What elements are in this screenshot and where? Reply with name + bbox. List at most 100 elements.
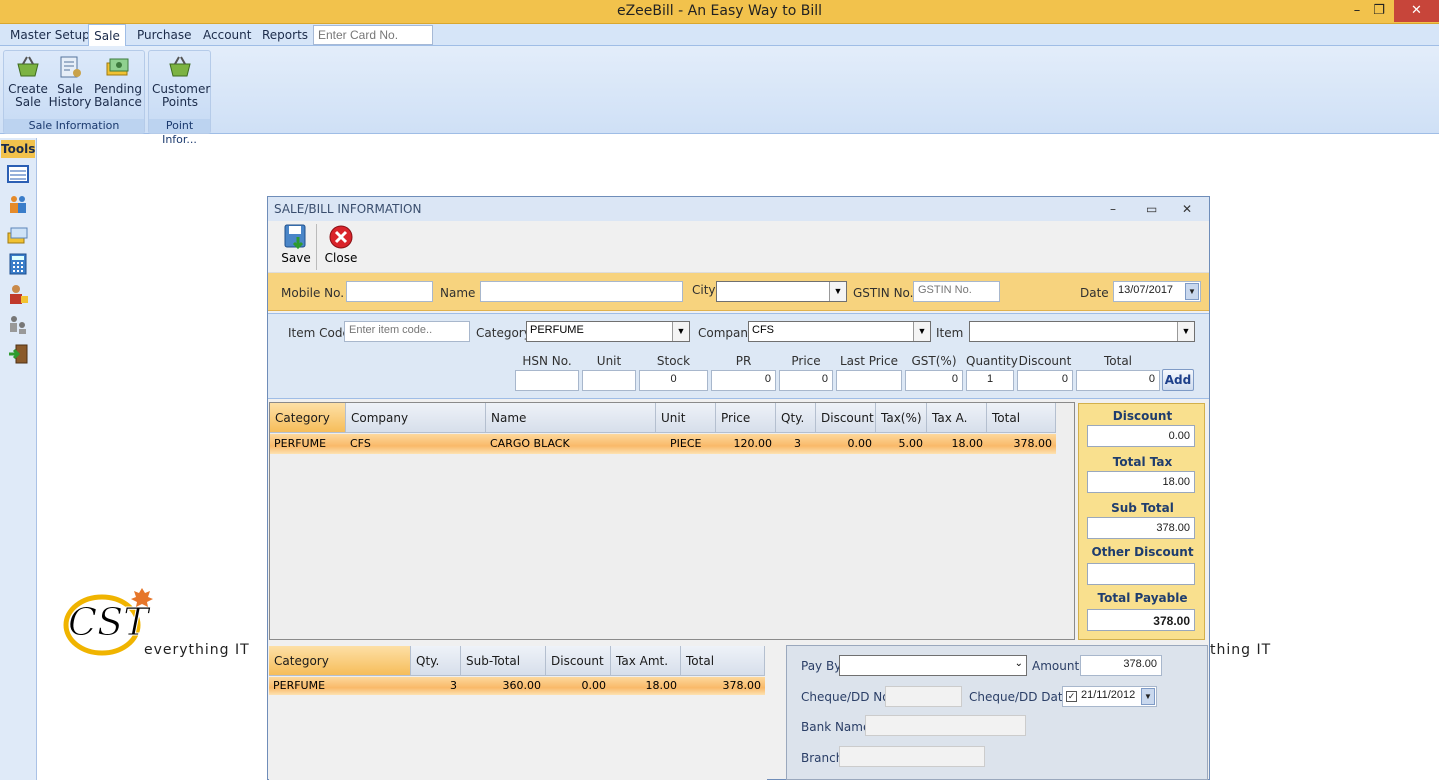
company-select[interactable]: CFS ▼: [748, 321, 931, 342]
table-row[interactable]: PERFUME 3 360.00 0.00 18.00 378.00: [269, 677, 765, 695]
customer-points-label-2: Points: [161, 95, 199, 109]
menu-purchase[interactable]: Purchase: [133, 24, 196, 46]
grid-header-discount[interactable]: Discount: [816, 403, 876, 433]
summary-cell-total: 378.00: [722, 679, 762, 692]
discount-total-label: Discount: [1112, 409, 1173, 423]
dialog-minimize-button[interactable]: –: [1110, 197, 1116, 221]
cell-discount: 0.00: [847, 437, 873, 450]
chevron-down-icon: ⌄: [1014, 658, 1023, 669]
last-price-header: Last Price: [839, 354, 899, 368]
restore-button[interactable]: ❐: [1364, 0, 1394, 22]
stock-input[interactable]: 0: [639, 370, 708, 391]
dialog-close-button[interactable]: ✕: [1182, 197, 1192, 221]
pending-balance-label-1: Pending: [94, 82, 142, 96]
grid-header-tax-amount[interactable]: Tax A.: [927, 403, 987, 433]
cheque-date-checkbox[interactable]: ✓: [1066, 691, 1077, 702]
grid-header-unit[interactable]: Unit: [656, 403, 716, 433]
company-label: Company: [698, 326, 756, 340]
grid-header-total[interactable]: Total: [987, 403, 1056, 433]
summary-header-tax-amount[interactable]: Tax Amt.: [611, 646, 681, 676]
close-button[interactable]: Close: [320, 223, 362, 265]
card-number-input[interactable]: Enter Card No.: [313, 25, 433, 45]
cheque-no-input[interactable]: [885, 686, 962, 707]
city-select[interactable]: ▼: [716, 281, 847, 302]
summary-header-total[interactable]: Total: [681, 646, 765, 676]
bank-name-input[interactable]: [865, 715, 1026, 736]
item-entry-section: Item Code Enter item code.. Category PER…: [268, 313, 1209, 399]
company-value: CFS: [752, 324, 774, 336]
discount-input[interactable]: 0: [1017, 370, 1073, 391]
menu-account[interactable]: Account: [199, 24, 255, 46]
other-discount-label: Other Discount: [1091, 545, 1194, 559]
summary-header-qty[interactable]: Qty.: [411, 646, 461, 676]
money-icon[interactable]: [7, 224, 29, 246]
user-switch-icon[interactable]: [7, 313, 29, 335]
category-select[interactable]: PERFUME ▼: [526, 321, 690, 342]
items-grid: Category Company Name Unit Price Qty. Di…: [269, 402, 1075, 640]
chevron-down-icon: ▼: [829, 282, 846, 301]
summary-header-discount[interactable]: Discount: [546, 646, 611, 676]
mobile-input[interactable]: [346, 281, 433, 302]
summary-cell-discount: 0.00: [581, 679, 607, 692]
create-sale-label-1: Create: [8, 82, 48, 96]
item-code-input[interactable]: Enter item code..: [344, 321, 470, 342]
item-select[interactable]: ▼: [969, 321, 1195, 342]
summary-header-subtotal[interactable]: Sub-Total: [461, 646, 546, 676]
calculator-icon[interactable]: [7, 253, 29, 275]
date-picker[interactable]: 13/07/2017 ▼: [1113, 281, 1201, 302]
discount-total-field: 0.00: [1087, 425, 1195, 447]
chevron-down-icon[interactable]: ▼: [1141, 688, 1155, 705]
users-icon[interactable]: [7, 193, 29, 215]
last-price-input[interactable]: [836, 370, 902, 391]
quantity-input[interactable]: 1: [966, 370, 1014, 391]
discount-header: Discount: [1018, 354, 1072, 368]
grid-header-price[interactable]: Price: [716, 403, 776, 433]
dialog-maximize-button[interactable]: ▭: [1146, 197, 1157, 221]
summary-header-category[interactable]: Category: [269, 646, 411, 676]
unit-input[interactable]: [582, 370, 636, 391]
close-window-button[interactable]: ✕: [1394, 0, 1439, 22]
grid-header-company[interactable]: Company: [346, 403, 486, 433]
exit-icon[interactable]: [7, 343, 29, 365]
grid-header-category[interactable]: Category: [270, 403, 346, 433]
tools-label: Tools: [1, 140, 36, 158]
menu-sale[interactable]: Sale: [88, 24, 126, 47]
sale-history-button[interactable]: Sale History: [48, 55, 92, 109]
payby-select[interactable]: ⌄: [839, 655, 1027, 676]
gstin-input[interactable]: GSTIN No.: [913, 281, 1000, 302]
gst-input[interactable]: 0: [905, 370, 963, 391]
user-lock-icon[interactable]: [7, 283, 29, 305]
grid-header-name[interactable]: Name: [486, 403, 656, 433]
price-input[interactable]: 0: [779, 370, 833, 391]
close-label: Close: [324, 251, 358, 265]
customer-points-button[interactable]: Customer Points: [152, 55, 210, 109]
cheque-date-picker[interactable]: ✓ 21/11/2012 ▼: [1062, 686, 1157, 707]
name-input[interactable]: [480, 281, 683, 302]
grid-header-qty[interactable]: Qty.: [776, 403, 816, 433]
save-label: Save: [281, 251, 311, 265]
customer-section: Mobile No. Name City ▼ GSTIN No. GSTIN N…: [268, 273, 1209, 311]
basket-icon: [17, 56, 39, 77]
grid-header-tax-percent[interactable]: Tax(%): [876, 403, 927, 433]
list-icon[interactable]: [7, 163, 29, 185]
cell-price: 120.00: [733, 437, 773, 450]
item-label: Item: [936, 326, 964, 340]
save-button[interactable]: Save: [275, 223, 317, 265]
amount-input[interactable]: 378.00: [1080, 655, 1162, 676]
cell-qty: 3: [794, 437, 801, 450]
menu-master-setup[interactable]: Master Setup: [6, 24, 94, 46]
chevron-down-icon[interactable]: ▼: [1185, 283, 1199, 300]
other-discount-input[interactable]: [1087, 563, 1195, 585]
total-input[interactable]: 0: [1076, 370, 1160, 391]
table-row[interactable]: PERFUME CFS CARGO BLACK PIECE 120.00 3 0…: [270, 434, 1056, 454]
menu-reports[interactable]: Reports: [258, 24, 312, 46]
create-sale-button[interactable]: Create Sale: [6, 55, 50, 109]
hsn-input[interactable]: [515, 370, 579, 391]
sale-history-label-2: History: [48, 95, 92, 109]
gst-header: GST(%): [911, 354, 957, 368]
toolbar-divider: [316, 224, 317, 270]
pr-input[interactable]: 0: [711, 370, 776, 391]
branch-input[interactable]: [839, 746, 985, 767]
pending-balance-button[interactable]: Pending Balance: [94, 55, 142, 109]
add-button[interactable]: Add: [1162, 369, 1194, 391]
